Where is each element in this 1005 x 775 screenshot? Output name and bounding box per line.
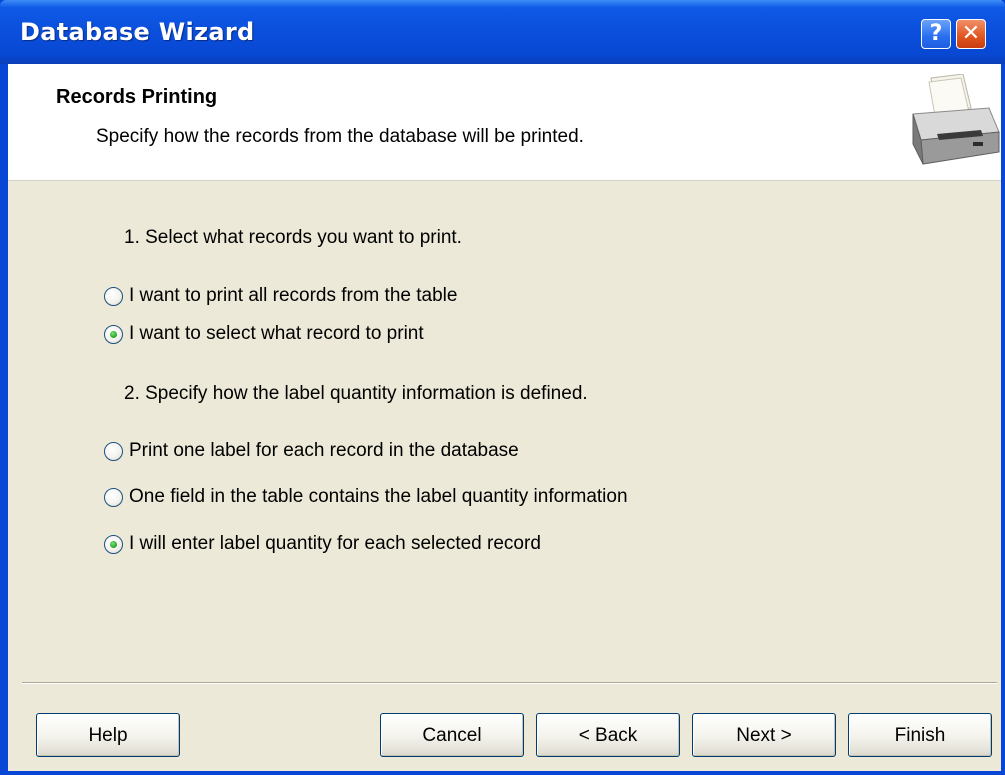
radio-select-records[interactable]: I want to select what record to print	[104, 320, 424, 348]
page-title: Records Printing	[56, 86, 218, 108]
back-button[interactable]: < Back	[536, 713, 680, 757]
radio-label: I want to select what record to print	[129, 323, 424, 344]
radio-button[interactable]	[104, 324, 123, 344]
section-1-label: 1. Select what records you want to print…	[124, 227, 462, 248]
radio-label: I want to print all records from the tab…	[129, 285, 458, 306]
help-button[interactable]: Help	[36, 713, 180, 757]
footer-separator	[22, 682, 997, 684]
page-subtitle: Specify how the records from the databas…	[96, 126, 584, 147]
radio-button[interactable]	[104, 286, 123, 306]
radio-button[interactable]	[104, 441, 123, 461]
printer-icon	[912, 74, 1000, 165]
finish-button[interactable]: Finish	[848, 713, 992, 757]
radio-quantity-from-field[interactable]: One field in the table contains the labe…	[104, 483, 628, 511]
wizard-header: Records Printing Specify how the records…	[8, 64, 1001, 181]
radio-button[interactable]	[104, 487, 123, 507]
radio-print-all-records[interactable]: I want to print all records from the tab…	[104, 282, 457, 310]
radio-label: I will enter label quantity for each sel…	[129, 533, 541, 554]
radio-label: One field in the table contains the labe…	[129, 486, 628, 507]
section-2-label: 2. Specify how the label quantity inform…	[124, 383, 588, 404]
next-button[interactable]: Next >	[692, 713, 836, 757]
wizard-content	[8, 181, 1001, 681]
radio-button[interactable]	[104, 534, 123, 554]
cancel-button[interactable]: Cancel	[380, 713, 524, 757]
close-icon[interactable]: ✕	[956, 19, 986, 49]
radio-label: Print one label for each record in the d…	[129, 440, 519, 461]
window-title: Database Wizard	[20, 18, 255, 46]
radio-enter-quantity-per-record[interactable]: I will enter label quantity for each sel…	[104, 530, 541, 558]
database-wizard-window: Database Wizard ? ✕ Records Printing Spe…	[0, 0, 1005, 775]
help-icon[interactable]: ?	[921, 19, 951, 49]
radio-one-label-per-record[interactable]: Print one label for each record in the d…	[104, 437, 519, 465]
title-bar[interactable]: Database Wizard ? ✕	[0, 0, 1005, 64]
